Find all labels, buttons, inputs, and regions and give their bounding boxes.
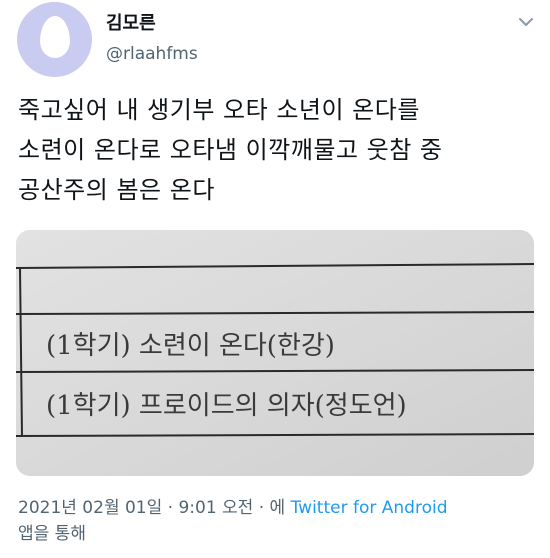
tweet-line: 죽고싶어 내 생기부 오타 소년이 온다를 (18, 96, 420, 124)
photo-document: (1학기) 소련이 온다(한강) (1학기) 프로이드의 의자(정도언) (16, 230, 534, 476)
photo-row-1: (1학기) 소련이 온다(한강) (46, 331, 335, 361)
user-handle[interactable]: @rlaahfms (106, 44, 198, 64)
tweet-text: 죽고싶어 내 생기부 오타 소년이 온다를 소련이 온다로 오타냄 이깍깨물고 … (18, 90, 538, 210)
avatar[interactable] (17, 2, 92, 77)
tweet-meta: 2021년 02월 01일 · 9:01 오전 · 에 Twitter for … (18, 495, 538, 547)
tweet-line: 공산주의 봄은 온다 (18, 176, 215, 204)
tweet-line: 소련이 온다로 오타냄 이깍깨물고 웃참 중 (18, 136, 443, 164)
chevron-down-icon[interactable] (516, 12, 536, 32)
photo-row-2: (1학기) 프로이드의 의자(정도언) (46, 391, 407, 421)
timestamp[interactable]: 2021년 02월 01일 · 9:01 오전 · 에 (18, 498, 291, 518)
tweet-photo[interactable]: (1학기) 소련이 온다(한강) (1학기) 프로이드의 의자(정도언) (16, 230, 534, 476)
source-app-link[interactable]: Twitter for Android (291, 498, 448, 518)
source-suffix: 앱을 통해 (18, 524, 86, 544)
display-name[interactable]: 김모른 (106, 9, 156, 35)
egg-icon (40, 16, 70, 58)
